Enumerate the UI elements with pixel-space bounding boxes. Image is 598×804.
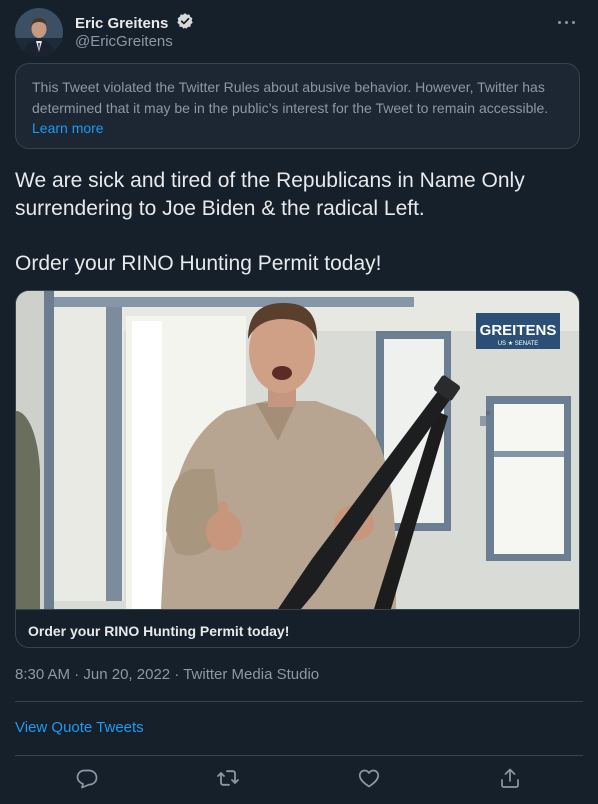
avatar-image — [15, 8, 63, 56]
retweet-icon[interactable] — [216, 766, 240, 790]
logo-sub-text: US ★ SENATE — [498, 340, 539, 347]
view-quote-tweets-link[interactable]: View Quote Tweets — [15, 719, 144, 736]
verified-badge-icon — [176, 12, 194, 35]
avatar[interactable] — [15, 8, 63, 56]
tweet-header: Eric Greitens @EricGreitens — [15, 8, 583, 58]
learn-more-link[interactable]: Learn more — [32, 120, 104, 136]
tweet-text-line-2: Order your RINO Hunting Permit today! — [15, 251, 382, 275]
tweet-meta: 8:30 AM · Jun 20, 2022 · Twitter Media S… — [15, 666, 319, 683]
card-divider — [16, 609, 579, 610]
video-thumbnail[interactable]: GREITENS US ★ SENATE — [16, 291, 579, 609]
divider — [15, 755, 583, 756]
tweet-text: We are sick and tired of the Republicans… — [15, 167, 583, 277]
abusive-behavior-notice: This Tweet violated the Twitter Rules ab… — [15, 63, 580, 149]
author-name[interactable]: Eric Greitens — [75, 15, 168, 32]
divider — [15, 701, 583, 702]
tweet-source[interactable]: Twitter Media Studio — [183, 666, 319, 683]
author-handle[interactable]: @EricGreitens — [75, 33, 173, 50]
share-icon[interactable] — [498, 766, 522, 790]
tweet-date[interactable]: Jun 20, 2022 — [83, 666, 170, 683]
logo-main-text: GREITENS — [480, 322, 557, 339]
meta-separator: · — [174, 666, 180, 683]
card-title[interactable]: Order your RINO Hunting Permit today! — [28, 623, 289, 639]
notice-text: This Tweet violated the Twitter Rules ab… — [32, 79, 549, 116]
author-name-row[interactable]: Eric Greitens — [75, 12, 194, 35]
tweet-text-line-1: We are sick and tired of the Republicans… — [15, 169, 525, 220]
meta-separator: · — [74, 666, 80, 683]
tweet-time[interactable]: 8:30 AM — [15, 666, 70, 683]
tweet-actions — [15, 760, 583, 796]
media-card[interactable]: GREITENS US ★ SENATE Order your RINO Hun… — [15, 290, 580, 648]
like-icon[interactable] — [357, 766, 381, 790]
more-options-icon[interactable] — [555, 12, 579, 32]
reply-icon[interactable] — [75, 766, 99, 790]
